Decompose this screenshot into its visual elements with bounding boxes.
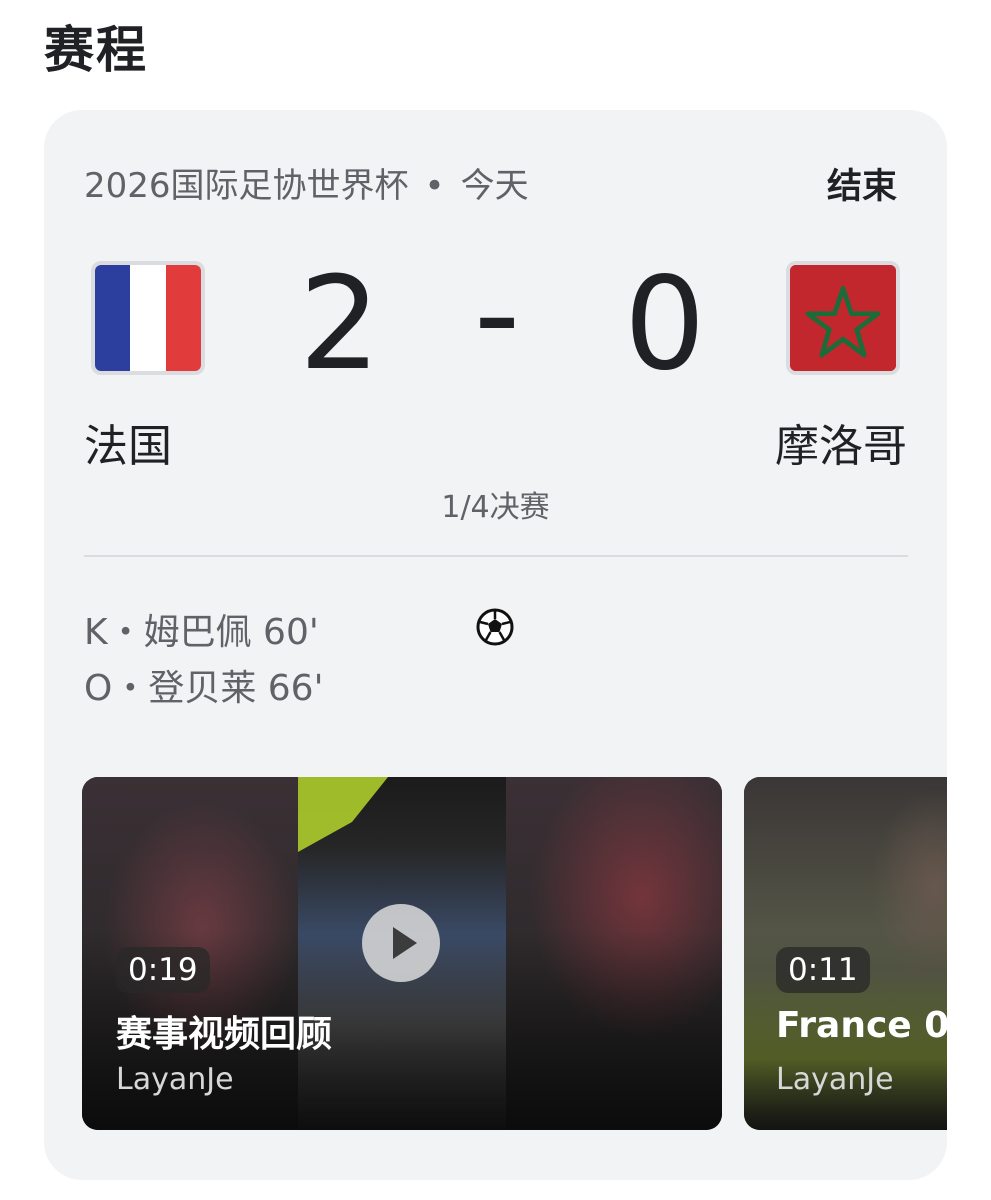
- video-card[interactable]: 0:19 赛事视频回顾 LayanJe: [82, 777, 722, 1130]
- video-carousel[interactable]: 0:19 赛事视频回顾 LayanJe 0:11 France 0-0 Laya…: [82, 777, 947, 1132]
- morocco-flag-icon: [786, 261, 900, 375]
- away-score: 0: [624, 250, 706, 399]
- scorer-item: K・姆巴佩 60': [84, 612, 319, 653]
- home-team-name[interactable]: 法国: [84, 410, 172, 474]
- match-meta: 2026国际足协世界杯 • 今天: [84, 158, 529, 207]
- away-team-name[interactable]: 摩洛哥: [775, 410, 907, 474]
- soccer-ball-icon: [476, 608, 514, 646]
- video-author: LayanJe: [776, 1062, 894, 1097]
- video-title: France 0-0: [776, 1005, 947, 1046]
- section-title: 赛程: [44, 21, 148, 79]
- match-round: 1/4决赛: [441, 490, 550, 525]
- match-card[interactable]: 2026国际足协世界杯 • 今天 结束 2 - 0 法国 摩洛哥 1/4决赛 K・姆…: [44, 110, 947, 1180]
- scorers-list: K・姆巴佩 60' O・登贝莱 66': [84, 605, 324, 717]
- video-duration: 0:11: [776, 947, 870, 993]
- play-icon[interactable]: [362, 904, 440, 982]
- video-card[interactable]: 0:11 France 0-0 LayanJe: [744, 777, 947, 1130]
- match-date: 今天: [460, 166, 529, 206]
- video-author: LayanJe: [116, 1062, 234, 1097]
- home-score: 2: [299, 250, 381, 399]
- divider: [84, 555, 908, 557]
- video-duration: 0:19: [116, 947, 210, 993]
- competition-name: 2026国际足协世界杯: [84, 166, 409, 206]
- score-separator: -: [474, 240, 521, 389]
- video-title: 赛事视频回顾: [116, 1014, 333, 1055]
- match-status: 结束: [826, 167, 897, 207]
- scorer-item: O・登贝莱 66': [84, 668, 324, 709]
- france-flag-icon: [91, 261, 205, 375]
- meta-separator: •: [424, 166, 445, 206]
